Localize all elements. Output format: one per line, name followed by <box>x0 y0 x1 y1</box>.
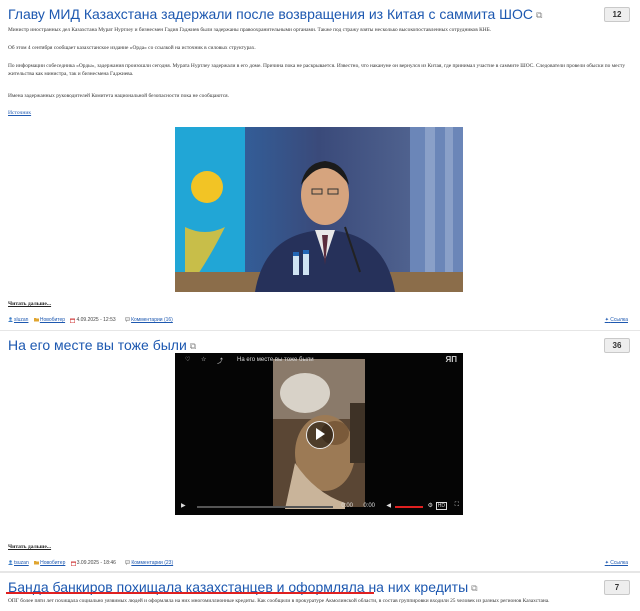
comments-link[interactable]: Комментарии (16) <box>131 317 173 323</box>
share-icon[interactable]: ⤴ <box>217 356 223 365</box>
comments-link[interactable]: Комментарии (23) <box>131 560 173 566</box>
source-link[interactable]: Источник <box>8 110 31 116</box>
news-post: Банда банкиров похищала казахстанцев и о… <box>0 575 640 611</box>
post-rating-badge: 36 <box>604 338 630 353</box>
external-link-icon[interactable]: ⧉ <box>536 10 542 20</box>
heart-icon[interactable]: ♡ <box>185 356 190 363</box>
share-label: Ссылка <box>610 317 628 323</box>
post-rating-badge: 12 <box>604 7 630 22</box>
category-link[interactable]: Новобитер <box>40 317 65 323</box>
play-icon[interactable]: ▶ <box>181 502 186 509</box>
post-meta: tsuzan Новобитер 3.09.2025 - 18:46 Комме… <box>8 560 177 569</box>
post-header: Главу МИД Казахстана задержали после воз… <box>0 4 640 26</box>
highlight-underline <box>6 592 374 594</box>
settings-icon[interactable]: ⚙ <box>428 502 433 509</box>
video-title: На его месте вы тоже были <box>237 357 314 363</box>
post-date: 4.09.2025 - 12:53 <box>76 317 116 323</box>
news-photo <box>175 127 463 292</box>
read-more-link[interactable]: Читать дальше... <box>8 301 51 307</box>
video-controls: ▶ 0:00 0:00 ◀ ⚙ HD ⛶ <box>175 499 463 515</box>
author-link[interactable]: sluzan <box>14 317 28 323</box>
post-header: Банда банкиров похищала казахстанцев и о… <box>0 577 640 599</box>
user-icon <box>8 317 13 323</box>
folder-icon <box>34 561 40 565</box>
video-current-time: 0:00 <box>341 503 353 509</box>
volume-icon[interactable]: ◀ <box>386 502 391 509</box>
post-paragraph: По информации собеседника «Орды», задерж… <box>8 63 626 77</box>
post-meta: sluzan Новобитер 4.09.2025 - 12:53 Комме… <box>8 317 177 326</box>
share-label: Ссылка <box>610 560 628 566</box>
play-button[interactable] <box>306 421 334 449</box>
share-icon: ✦ <box>604 317 609 323</box>
volume-slider[interactable] <box>395 506 423 508</box>
divider <box>0 572 640 573</box>
author-link[interactable]: tsuzan <box>14 560 29 566</box>
video-top-bar: ♡ ☆ ⤴ На его месте вы тоже были ЯП <box>175 353 463 369</box>
post-title-link[interactable]: Главу МИД Казахстана задержали после воз… <box>8 6 542 22</box>
comment-icon <box>125 317 131 323</box>
share-icon: ✦ <box>604 560 609 566</box>
video-player[interactable]: ♡ ☆ ⤴ На его месте вы тоже были ЯП ▶ 0:0… <box>175 353 463 515</box>
user-icon <box>8 560 13 566</box>
post-paragraph: Об этом 4 сентября сообщает казахстанско… <box>8 45 256 51</box>
external-link-icon[interactable]: ⧉ <box>471 583 477 593</box>
share-link[interactable]: ✦ Ссылка <box>605 560 628 566</box>
share-link[interactable]: ✦ Ссылка <box>605 317 628 323</box>
post-paragraph: Имена задержанных руководителей Комитета… <box>8 93 229 99</box>
post-paragraph: ОПГ более пяти лет похищала социально уя… <box>8 598 550 604</box>
channel-logo: ЯП <box>445 355 458 364</box>
calendar-icon <box>70 561 76 566</box>
external-link-icon[interactable]: ⧉ <box>190 341 196 351</box>
comment-icon <box>125 560 131 566</box>
hd-badge[interactable]: HD <box>435 502 447 510</box>
post-paragraph: Министр иностранных дел Казахстана Мурат… <box>8 27 492 33</box>
post-title-link[interactable]: На его месте вы тоже были ⧉ <box>8 337 196 353</box>
post-date: 3.09.2025 - 18:46 <box>76 560 116 566</box>
category-link[interactable]: Новобитер <box>40 560 65 566</box>
video-progress-bar[interactable] <box>197 506 333 508</box>
video-total-time: 0:00 <box>363 503 375 509</box>
play-icon <box>316 428 325 440</box>
fullscreen-icon[interactable]: ⛶ <box>455 502 459 509</box>
news-post: Главу МИД Казахстана задержали после воз… <box>0 0 640 331</box>
post-rating-badge: 7 <box>604 580 630 595</box>
read-more-link[interactable]: Читать дальше... <box>8 544 51 550</box>
folder-icon <box>33 318 39 322</box>
calendar-icon <box>70 318 76 323</box>
star-icon[interactable]: ☆ <box>201 356 206 363</box>
